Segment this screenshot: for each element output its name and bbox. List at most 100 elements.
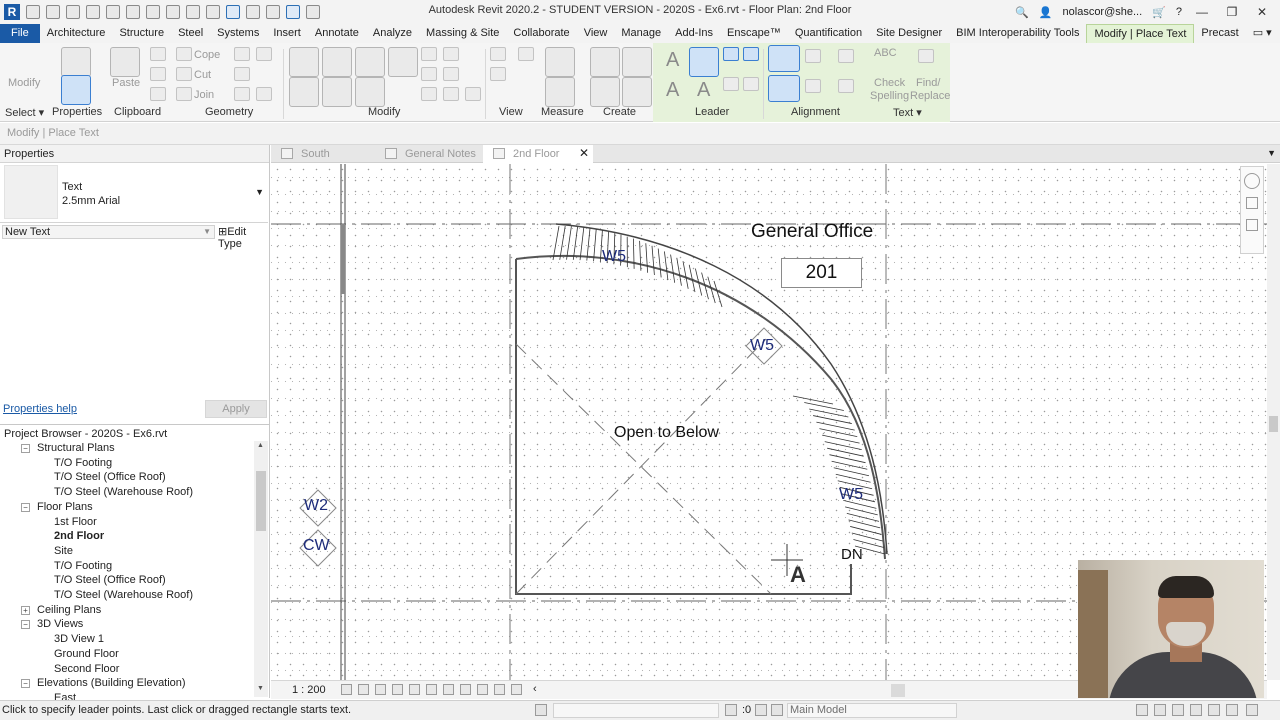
paint-icon[interactable] bbox=[234, 87, 250, 101]
select-underlay-icon[interactable] bbox=[1154, 704, 1166, 716]
show-crop-icon[interactable] bbox=[426, 684, 437, 695]
pin-icon[interactable] bbox=[443, 87, 459, 101]
move-icon[interactable] bbox=[289, 77, 319, 107]
undo-icon[interactable] bbox=[106, 5, 120, 19]
dimension-tool-icon[interactable] bbox=[545, 77, 575, 107]
trim-single-icon[interactable] bbox=[443, 47, 459, 61]
match-type-icon[interactable] bbox=[150, 87, 166, 101]
design-options-icon[interactable] bbox=[755, 704, 767, 716]
zoom-icon[interactable] bbox=[1246, 219, 1258, 231]
create-similar-icon[interactable] bbox=[622, 77, 652, 107]
find-replace-icon[interactable] bbox=[918, 49, 934, 63]
no-leader-icon[interactable]: A bbox=[666, 49, 679, 72]
ribbon-tab-steel[interactable]: Steel bbox=[171, 24, 210, 43]
panel-text[interactable]: Text ▾ bbox=[893, 106, 922, 119]
collapse-icon[interactable]: − bbox=[21, 502, 30, 512]
split-icon[interactable] bbox=[421, 67, 437, 81]
measure-icon[interactable] bbox=[166, 5, 180, 19]
ribbon-tab-modify-place-text[interactable]: Modify | Place Text bbox=[1086, 24, 1195, 43]
align-right-icon[interactable] bbox=[838, 79, 854, 93]
active-workset-select[interactable] bbox=[553, 703, 719, 718]
constraints-icon[interactable] bbox=[511, 684, 522, 695]
analytical-model-icon[interactable] bbox=[494, 684, 505, 695]
cope-label[interactable]: Cope bbox=[194, 49, 220, 61]
paste-icon[interactable] bbox=[110, 47, 140, 77]
collapse-icon[interactable]: − bbox=[21, 620, 30, 630]
collapse-arrow-icon[interactable]: ‹ bbox=[533, 683, 537, 695]
find-replace-label-1[interactable]: Find/ bbox=[916, 77, 940, 89]
sun-path-icon[interactable] bbox=[375, 684, 386, 695]
ribbon-tab-manage[interactable]: Manage bbox=[614, 24, 668, 43]
cut-geometry-icon[interactable] bbox=[176, 67, 192, 81]
window-tag-w5[interactable]: W5 bbox=[602, 248, 626, 266]
delete-icon[interactable] bbox=[465, 87, 481, 101]
window-tag-w5[interactable]: W5 bbox=[839, 486, 863, 504]
scroll-up-icon[interactable]: ▲ bbox=[257, 442, 264, 449]
room-number-label[interactable]: 201 bbox=[781, 258, 862, 288]
browser-item[interactable]: 1st Floor bbox=[54, 515, 97, 530]
window-tag-w5[interactable]: W5 bbox=[750, 337, 774, 355]
temporary-hide-icon[interactable] bbox=[443, 684, 454, 695]
reveal-hidden-icon[interactable] bbox=[460, 684, 471, 695]
crop-view-icon[interactable] bbox=[409, 684, 420, 695]
copy-element-icon[interactable] bbox=[322, 77, 352, 107]
3d-view-icon[interactable] bbox=[246, 5, 260, 19]
help-icon[interactable]: ? bbox=[1176, 6, 1182, 18]
trim-icon[interactable] bbox=[421, 47, 437, 61]
user-name[interactable]: nolascor@she... bbox=[1063, 6, 1143, 18]
revit-logo-icon[interactable]: R bbox=[4, 4, 20, 20]
properties-palette-icon[interactable] bbox=[61, 75, 91, 105]
check-spelling-label-2[interactable]: Spelling bbox=[870, 90, 909, 102]
filter-icon[interactable] bbox=[1246, 704, 1258, 716]
create-group-icon[interactable] bbox=[590, 77, 620, 107]
curved-leader-icon[interactable]: A bbox=[697, 79, 710, 102]
browser-item[interactable]: 2nd Floor bbox=[54, 529, 104, 544]
collapse-icon[interactable]: − bbox=[21, 679, 30, 689]
align-top-icon[interactable] bbox=[768, 45, 800, 72]
select-pinned-icon[interactable] bbox=[1172, 704, 1184, 716]
cope-icon[interactable] bbox=[176, 47, 192, 61]
section-icon[interactable] bbox=[266, 5, 280, 19]
properties-help-link[interactable]: Properties help bbox=[3, 403, 77, 415]
panel-select[interactable]: Select ▾ bbox=[5, 106, 44, 119]
hide-icon[interactable] bbox=[490, 47, 506, 61]
restore-button[interactable]: ❐ bbox=[1222, 5, 1242, 19]
view-overflow-icon[interactable] bbox=[518, 47, 534, 61]
browser-item[interactable]: T/O Steel (Office Roof) bbox=[54, 573, 166, 588]
visual-style-icon[interactable] bbox=[358, 684, 369, 695]
tag-icon[interactable] bbox=[206, 5, 220, 19]
browser-scrollbar[interactable]: ▲ ▼ bbox=[254, 441, 268, 697]
rotate-icon[interactable] bbox=[355, 77, 385, 107]
minimize-button[interactable]: — bbox=[1192, 5, 1212, 19]
align-bottom-icon[interactable] bbox=[838, 49, 854, 63]
split-face-icon[interactable] bbox=[234, 67, 250, 81]
ribbon-tab-site-designer[interactable]: Site Designer bbox=[869, 24, 949, 43]
demolish-icon[interactable] bbox=[256, 87, 272, 101]
close-tab-icon[interactable]: ✕ bbox=[579, 146, 589, 160]
switch-windows-icon[interactable] bbox=[306, 5, 320, 19]
open-file-icon[interactable] bbox=[46, 5, 60, 19]
ribbon-tab-analyze[interactable]: Analyze bbox=[366, 24, 419, 43]
ribbon-tab-annotate[interactable]: Annotate bbox=[308, 24, 366, 43]
close-window-button[interactable]: ✕ bbox=[1252, 5, 1272, 19]
ribbon-tab-systems[interactable]: Systems bbox=[210, 24, 266, 43]
cut-clipboard-icon[interactable] bbox=[150, 47, 166, 61]
canvas-vertical-scrollbar[interactable] bbox=[1267, 164, 1280, 680]
tab-overflow-icon[interactable]: ▼ bbox=[1267, 148, 1276, 158]
ribbon-tab-enscape[interactable]: Enscape™ bbox=[720, 24, 788, 43]
browser-item[interactable]: Site bbox=[54, 544, 73, 559]
leader-left-top-icon[interactable] bbox=[723, 47, 739, 61]
browser-item[interactable]: Floor Plans bbox=[37, 500, 93, 515]
wall-tag-w2[interactable]: W2 bbox=[304, 497, 328, 515]
override-graphics-icon[interactable] bbox=[490, 67, 506, 81]
horizontal-scroll-thumb[interactable] bbox=[891, 684, 905, 697]
check-spelling-label-1[interactable]: Check bbox=[874, 77, 905, 89]
tab-general-notes[interactable]: General Notes bbox=[375, 145, 479, 163]
measure-distance-icon[interactable] bbox=[545, 47, 575, 77]
align-left-icon[interactable] bbox=[768, 75, 800, 102]
dimension-icon[interactable] bbox=[186, 5, 200, 19]
array-icon[interactable] bbox=[421, 87, 437, 101]
sync-icon[interactable] bbox=[86, 5, 100, 19]
ribbon-tab-massing-site[interactable]: Massing & Site bbox=[419, 24, 506, 43]
instance-filter-select[interactable]: New Text ▼ bbox=[2, 225, 215, 239]
